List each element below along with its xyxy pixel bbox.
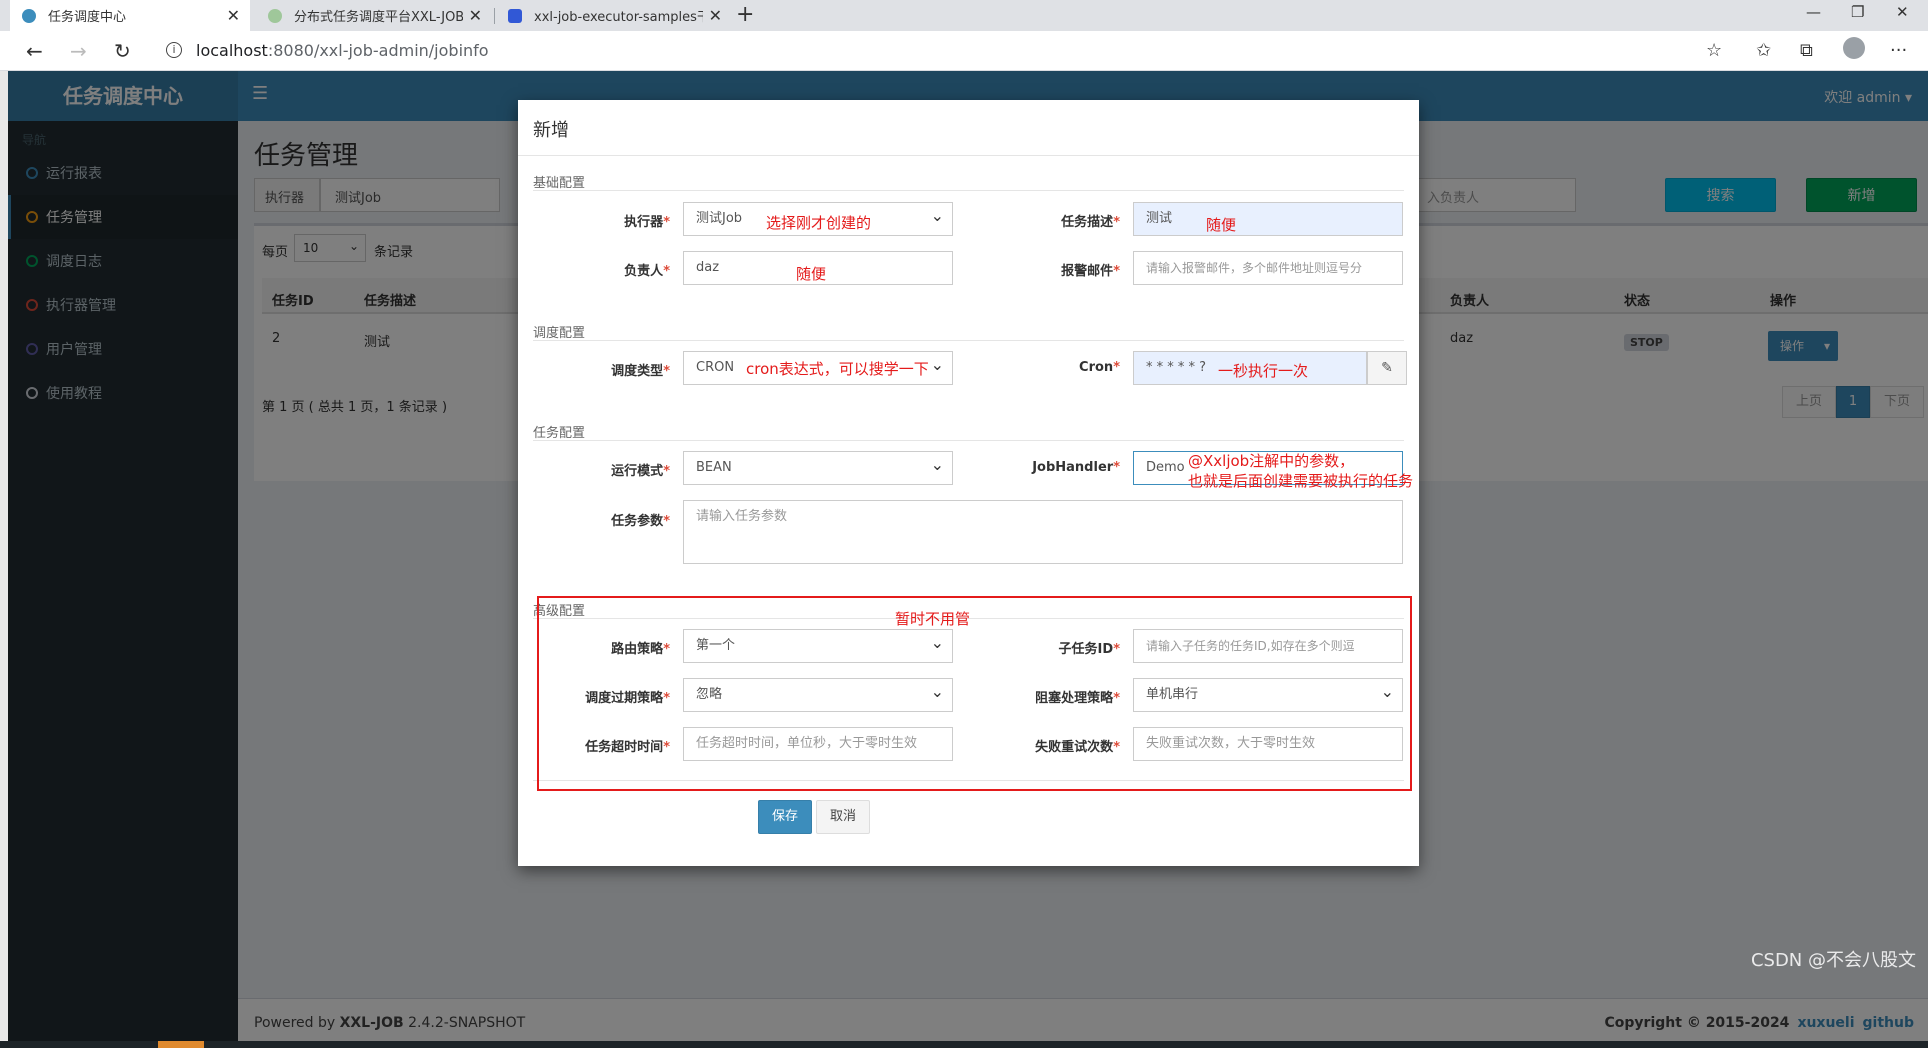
url-host: localhost — [196, 41, 268, 60]
field-label: 执行器* — [530, 211, 670, 230]
divider — [533, 190, 1404, 191]
annotation: 选择刚才创建的 — [766, 214, 872, 232]
section-title-task: 任务配置 — [533, 426, 586, 441]
field-label: 报警邮件* — [980, 260, 1120, 279]
reload-icon[interactable]: ↻ — [114, 39, 131, 63]
label-text: 负责人 — [624, 264, 664, 279]
label-text: Cron — [1079, 360, 1114, 375]
url-path: :8080/xxl-job-admin/jobinfo — [267, 41, 489, 60]
annotation: 一秒执行一次 — [1218, 362, 1309, 380]
required-mark: * — [663, 514, 670, 529]
annotation: cron表达式，可以搜学一下 — [746, 360, 929, 378]
tab-title: xxl-job-executor-samples干嘛的 — [534, 10, 703, 25]
restore-icon[interactable]: ❐ — [1851, 3, 1864, 21]
collections-icon[interactable]: ⧉ — [1800, 40, 1813, 61]
task-param-textarea[interactable]: 请输入任务参数 — [683, 500, 1403, 564]
browser-tab-active[interactable]: 任务调度中心 ✕ — [10, 0, 250, 31]
favorites-icon[interactable]: ✩ — [1756, 40, 1771, 61]
field-label: JobHandler* — [980, 460, 1120, 475]
label-text: 运行模式 — [611, 464, 664, 479]
field-label: 运行模式* — [530, 460, 670, 479]
browser-tab-bar: 任务调度中心 ✕ 分布式任务调度平台XXL-JOB ✕ xxl-job-exec… — [0, 0, 1928, 31]
annotation: 也就是后面创建需要被执行的任务 — [1188, 472, 1414, 490]
field-label: 负责人* — [530, 260, 670, 279]
edit-icon[interactable]: ✎ — [1367, 351, 1407, 385]
profile-avatar[interactable] — [1843, 37, 1865, 59]
required-mark: * — [1113, 460, 1120, 475]
section-title-schedule: 调度配置 — [533, 326, 586, 341]
annotation: 随便 — [1206, 216, 1237, 234]
tab-title: 任务调度中心 — [48, 10, 127, 25]
field-label: Cron* — [980, 360, 1120, 375]
required-mark: * — [663, 264, 670, 279]
close-tab-icon[interactable]: ✕ — [469, 6, 482, 25]
save-button[interactable]: 保存 — [758, 800, 812, 834]
required-mark: * — [1113, 264, 1120, 279]
label-text: JobHandler — [1032, 460, 1114, 475]
alarm-email-input[interactable]: 请输入报警邮件，多个邮件地址则逗号分 — [1133, 251, 1403, 285]
favicon-icon — [268, 8, 282, 23]
taskbar-strip — [0, 1041, 1928, 1048]
tab-title: 分布式任务调度平台XXL-JOB — [294, 10, 463, 25]
required-mark: * — [663, 464, 670, 479]
watermark: CSDN @不会八股文 — [1750, 950, 1916, 971]
browser-tab[interactable]: 分布式任务调度平台XXL-JOB ✕ — [256, 0, 492, 31]
field-label: 任务参数* — [530, 510, 670, 529]
required-mark: * — [663, 364, 670, 379]
more-menu-icon[interactable]: ··· — [1890, 40, 1907, 61]
annotation: 暂时不用管 — [895, 610, 971, 628]
close-tab-icon[interactable]: ✕ — [709, 6, 722, 25]
browser-toolbar: ← → ↻ i localhost:8080/xxl-job-admin/job… — [0, 31, 1928, 71]
close-tab-icon[interactable]: ✕ — [227, 6, 240, 25]
favicon-icon — [22, 8, 36, 23]
divider — [518, 155, 1419, 156]
field-label: 任务描述* — [980, 211, 1120, 230]
cancel-button[interactable]: 取消 — [816, 800, 870, 834]
required-mark: * — [1113, 360, 1120, 375]
label-text: 执行器 — [624, 215, 664, 230]
minimize-icon[interactable]: — — [1806, 3, 1821, 21]
close-window-icon[interactable]: ✕ — [1896, 3, 1909, 21]
label-text: 报警邮件 — [1061, 264, 1114, 279]
forward-icon[interactable]: → — [70, 39, 87, 63]
label-text: 任务参数 — [611, 514, 664, 529]
label-text: 任务描述 — [1061, 215, 1114, 230]
run-mode-select[interactable]: BEAN — [683, 451, 953, 485]
required-mark: * — [663, 215, 670, 230]
annotation-box — [537, 596, 1412, 791]
favorite-star-icon[interactable]: ☆ — [1706, 40, 1722, 61]
favicon-icon — [508, 8, 522, 23]
address-field[interactable]: localhost:8080/xxl-job-admin/jobinfo — [196, 41, 489, 60]
required-mark: * — [1113, 215, 1120, 230]
section-title-basic: 基础配置 — [533, 176, 586, 191]
taskbar-highlight — [158, 1041, 204, 1048]
browser-tab[interactable]: xxl-job-executor-samples干嘛的 ✕ — [496, 0, 732, 31]
divider — [533, 440, 1404, 441]
tab-separator — [494, 8, 495, 24]
divider — [533, 340, 1404, 341]
job-desc-input[interactable]: 测试 — [1133, 202, 1403, 236]
field-label: 调度类型* — [530, 360, 670, 379]
annotation: @Xxljob注解中的参数， — [1188, 452, 1355, 470]
new-tab-icon[interactable]: + — [736, 2, 754, 27]
annotation: 随便 — [796, 265, 827, 283]
modal-title: 新增 — [533, 120, 569, 141]
back-icon[interactable]: ← — [26, 39, 43, 63]
label-text: 调度类型 — [611, 364, 664, 379]
site-info-icon[interactable]: i — [166, 42, 182, 58]
window-left-edge — [0, 71, 8, 1048]
